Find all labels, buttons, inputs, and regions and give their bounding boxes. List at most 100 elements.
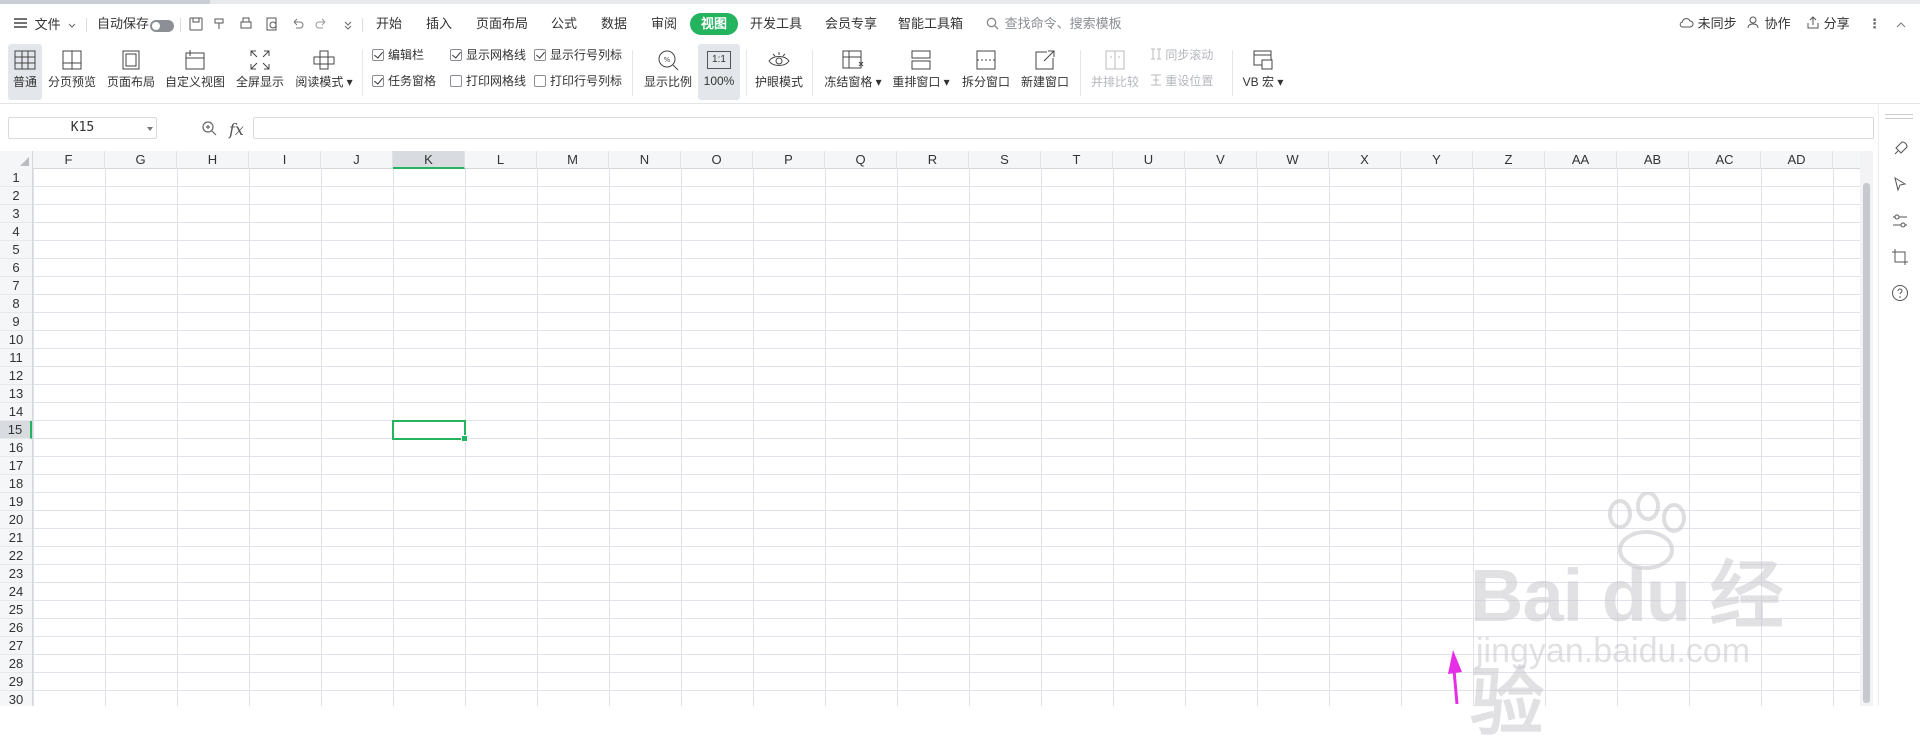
column-header[interactable]: K xyxy=(393,151,465,169)
command-search[interactable]: 查找命令、搜索模板 xyxy=(986,13,1122,35)
column-header[interactable]: Y xyxy=(1401,151,1473,169)
column-header[interactable]: AC xyxy=(1689,151,1761,169)
column-header[interactable]: O xyxy=(681,151,753,169)
print-headings-checkbox[interactable]: 打印行号列标 xyxy=(534,72,622,90)
sync-scroll-button[interactable]: 同步滚动 xyxy=(1150,46,1213,64)
more-options-icon[interactable]: ⋮ xyxy=(1868,13,1881,35)
vb-macro-button[interactable]: VB 宏 ▾ xyxy=(1240,44,1286,100)
row-header[interactable]: 22 xyxy=(0,547,32,565)
formula-input[interactable] xyxy=(253,117,1874,139)
customize-quick-access-icon[interactable] xyxy=(340,16,356,32)
column-header[interactable]: H xyxy=(177,151,249,169)
column-header[interactable]: T xyxy=(1041,151,1113,169)
name-box[interactable]: K15 xyxy=(8,117,157,139)
tab-data[interactable]: 数据 xyxy=(601,13,627,35)
row-header[interactable]: 1 xyxy=(0,169,32,187)
row-header[interactable]: 9 xyxy=(0,313,32,331)
redo-icon[interactable] xyxy=(313,16,329,32)
autosave-toggle[interactable] xyxy=(150,20,174,32)
row-header[interactable]: 29 xyxy=(0,673,32,691)
sync-status-button[interactable]: 未同步 xyxy=(1679,13,1737,35)
vertical-scrollbar-thumb[interactable] xyxy=(1863,183,1870,703)
format-painter-icon[interactable] xyxy=(212,16,228,32)
tab-home[interactable]: 开始 xyxy=(376,13,402,35)
row-header[interactable]: 6 xyxy=(0,259,32,277)
row-header[interactable]: 15 xyxy=(0,421,32,439)
column-header[interactable]: Z xyxy=(1473,151,1545,169)
print-icon[interactable] xyxy=(238,16,254,32)
column-header[interactable]: AA xyxy=(1545,151,1617,169)
show-gridlines-checkbox[interactable]: 显示网格线 xyxy=(450,46,526,64)
row-header[interactable]: 14 xyxy=(0,403,32,421)
save-icon[interactable] xyxy=(188,16,204,32)
file-menu-button[interactable]: 文件 xyxy=(14,13,76,35)
select-all-corner[interactable] xyxy=(0,151,33,169)
row-header[interactable]: 18 xyxy=(0,475,32,493)
column-header[interactable]: P xyxy=(753,151,825,169)
help-icon[interactable] xyxy=(1891,284,1909,302)
fullscreen-button[interactable]: 全屏显示 xyxy=(233,44,287,100)
column-header[interactable]: L xyxy=(465,151,537,169)
column-header[interactable]: AD xyxy=(1761,151,1833,169)
column-header[interactable]: V xyxy=(1185,151,1257,169)
formula-bar-checkbox[interactable]: 编辑栏 xyxy=(372,46,424,64)
tab-smart-toolbox[interactable]: 智能工具箱 xyxy=(898,13,963,35)
reading-mode-button[interactable]: 阅读模式 ▾ xyxy=(293,44,355,100)
freeze-panes-button[interactable]: 冻结窗格 ▾ xyxy=(822,44,884,100)
split-window-button[interactable]: 拆分窗口 xyxy=(960,44,1012,100)
tab-page-layout[interactable]: 页面布局 xyxy=(476,13,528,35)
column-header[interactable]: Q xyxy=(825,151,897,169)
row-header[interactable]: 26 xyxy=(0,619,32,637)
column-header[interactable]: U xyxy=(1113,151,1185,169)
row-header[interactable]: 4 xyxy=(0,223,32,241)
cell-grid[interactable] xyxy=(33,169,1860,706)
row-header[interactable]: 8 xyxy=(0,295,32,313)
row-header[interactable]: 2 xyxy=(0,187,32,205)
new-window-button[interactable]: 新建窗口 xyxy=(1018,44,1072,100)
column-header[interactable]: AB xyxy=(1617,151,1689,169)
column-header[interactable]: R xyxy=(897,151,969,169)
row-header[interactable]: 20 xyxy=(0,511,32,529)
row-header[interactable]: 11 xyxy=(0,349,32,367)
insert-function-button[interactable]: fx xyxy=(229,120,244,139)
row-header[interactable]: 27 xyxy=(0,637,32,655)
row-header[interactable]: 25 xyxy=(0,601,32,619)
custom-view-button[interactable]: 自定义视图 xyxy=(163,44,227,100)
tab-insert[interactable]: 插入 xyxy=(426,13,452,35)
cursor-select-icon[interactable] xyxy=(1891,176,1909,194)
column-header[interactable]: X xyxy=(1329,151,1401,169)
row-header[interactable]: 23 xyxy=(0,565,32,583)
column-header[interactable]: G xyxy=(105,151,177,169)
tab-view[interactable]: 视图 xyxy=(690,13,739,35)
zoom-button[interactable]: % 显示比例 xyxy=(641,44,695,100)
column-header[interactable]: F xyxy=(33,151,105,169)
zoom-100-button[interactable]: 1:1 100% xyxy=(698,44,740,100)
page-break-preview-button[interactable]: 分页预览 xyxy=(46,44,98,100)
column-header[interactable]: W xyxy=(1257,151,1329,169)
row-header[interactable]: 3 xyxy=(0,205,32,223)
column-header[interactable]: N xyxy=(609,151,681,169)
vertical-scrollbar[interactable] xyxy=(1860,151,1873,706)
row-header[interactable]: 30 xyxy=(0,691,32,706)
collapse-ribbon-icon[interactable] xyxy=(1896,13,1906,35)
reset-position-button[interactable]: 重设位置 xyxy=(1150,72,1213,90)
column-header[interactable]: S xyxy=(969,151,1041,169)
page-layout-view-button[interactable]: 页面布局 xyxy=(104,44,158,100)
eye-protection-button[interactable]: 护眼模式 xyxy=(752,44,806,100)
arrange-windows-button[interactable]: 重排窗口 ▾ xyxy=(890,44,952,100)
row-header[interactable]: 24 xyxy=(0,583,32,601)
side-by-side-button[interactable]: 并排比较 xyxy=(1088,44,1142,100)
print-preview-icon[interactable] xyxy=(264,16,280,32)
row-header[interactable]: 12 xyxy=(0,367,32,385)
undo-icon[interactable] xyxy=(290,16,306,32)
row-header[interactable]: 19 xyxy=(0,493,32,511)
crop-icon[interactable] xyxy=(1891,248,1909,266)
tab-developer[interactable]: 开发工具 xyxy=(750,13,802,35)
active-cell[interactable] xyxy=(392,420,468,442)
name-box-dropdown-icon[interactable] xyxy=(147,127,153,131)
row-header[interactable]: 21 xyxy=(0,529,32,547)
tab-review[interactable]: 审阅 xyxy=(651,13,677,35)
rocket-icon[interactable] xyxy=(1891,140,1909,158)
tab-member[interactable]: 会员专享 xyxy=(825,13,877,35)
zoom-cell-icon[interactable] xyxy=(202,121,217,139)
